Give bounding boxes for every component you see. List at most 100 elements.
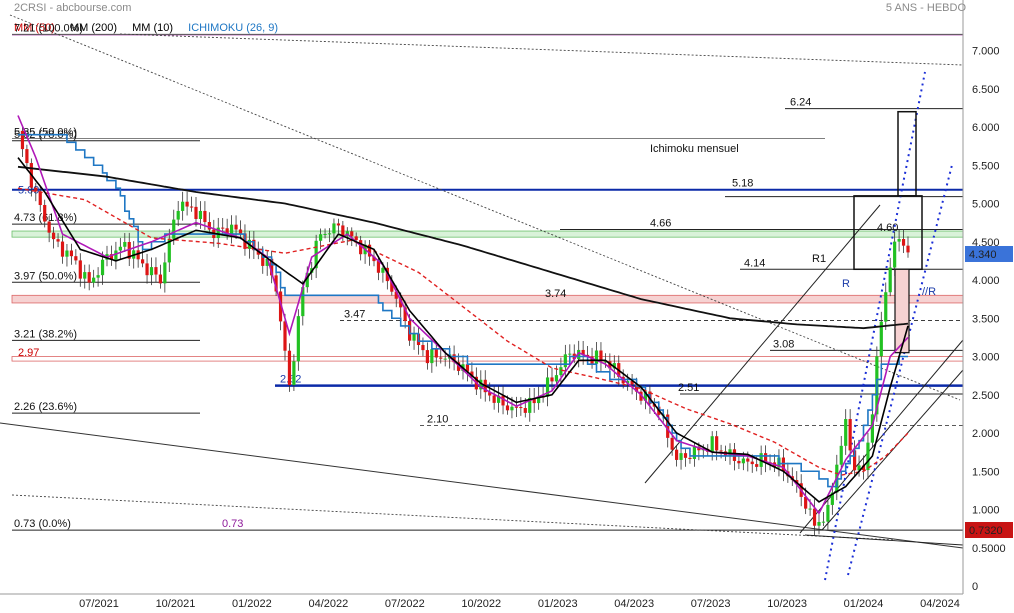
- level-label: 5.18: [732, 178, 753, 190]
- x-tick-label: 10/2023: [767, 598, 807, 610]
- candle: [523, 408, 527, 413]
- zone-red-thin: [11, 356, 964, 362]
- candle: [425, 350, 429, 364]
- candle: [683, 453, 688, 458]
- fib-label: 2.26 (23.6%): [14, 401, 77, 413]
- candle: [234, 224, 238, 230]
- y-tick-label: 0: [972, 581, 978, 593]
- trend-bottom: [804, 534, 964, 546]
- candle: [60, 241, 65, 257]
- candle: [283, 321, 287, 351]
- axes: 0 0.5000 1.000 1.500 2.000 2.500 3.000 3.500 4.0…: [0, 0, 1006, 610]
- candle: [158, 274, 162, 284]
- trend-lower-dotted: [11, 494, 896, 541]
- x-tick-label: 07/2021: [79, 598, 119, 610]
- blue-dotted-2: [847, 164, 953, 576]
- candle: [221, 227, 225, 229]
- candle: [812, 508, 817, 526]
- y-tick-label: 5.000: [972, 199, 1000, 211]
- candle: [737, 460, 741, 464]
- candle: [189, 206, 194, 208]
- candle: [145, 263, 149, 276]
- ichimoku-note: Ichimoku mensuel: [650, 143, 739, 155]
- x-tick-label: 07/2023: [691, 598, 731, 610]
- candle: [176, 210, 180, 220]
- candle: [69, 250, 73, 257]
- candle: [96, 275, 100, 278]
- candle: [92, 277, 96, 283]
- candle: [25, 149, 29, 164]
- candle: [185, 201, 189, 207]
- level-label: 4.14: [744, 257, 765, 269]
- candle: [323, 234, 327, 236]
- candle: [901, 238, 906, 246]
- candle: [808, 508, 812, 510]
- zone-red: [11, 294, 964, 304]
- candle: [194, 206, 198, 219]
- candle: [87, 272, 91, 283]
- candle: [817, 521, 821, 526]
- candle: [52, 232, 56, 240]
- trend-lower-solid: [0, 422, 964, 549]
- level-label: 3.47: [344, 309, 365, 321]
- candle: [238, 229, 243, 234]
- level-label: 4.60: [877, 222, 898, 234]
- level-label: 4.66: [650, 218, 671, 230]
- candle: [65, 250, 69, 257]
- candle: [332, 223, 336, 234]
- y-tick-label: 5.500: [972, 160, 1000, 172]
- candle: [123, 242, 127, 247]
- candle: [844, 419, 848, 446]
- x-tick-label: 01/2024: [844, 598, 884, 610]
- fib-label: 0.73 (0.0%): [14, 518, 71, 530]
- r1-box-top: [897, 110, 917, 197]
- candle: [230, 224, 234, 235]
- candle: [154, 267, 158, 275]
- candle: [888, 267, 892, 293]
- x-tick-label: 04/2022: [308, 598, 348, 610]
- y-tick-label: 3.000: [972, 352, 1000, 364]
- x-tick-label: 10/2022: [461, 598, 501, 610]
- x-tick-label: 01/2023: [538, 598, 578, 610]
- price-chart[interactable]: 7.21 (100.0%)5.85 (50.0%)5.82 (78.6%)4.7…: [0, 0, 1014, 613]
- candle: [203, 210, 207, 223]
- candle: [163, 262, 167, 284]
- candle: [83, 272, 87, 279]
- candle: [198, 210, 203, 219]
- low-price-tag: 0.7320: [969, 525, 1003, 537]
- candle: [296, 316, 300, 362]
- candle: [118, 246, 122, 251]
- level-label: 2.97: [18, 347, 39, 359]
- y-tick-label: 6.500: [972, 84, 1000, 96]
- candle: [563, 354, 567, 368]
- fib-label: 3.97 (50.0%): [14, 270, 77, 282]
- kijun-line: [18, 133, 908, 488]
- candle: [746, 458, 750, 462]
- candle: [719, 450, 723, 452]
- candle: [292, 361, 296, 386]
- candles: [20, 126, 910, 536]
- trend-dotted-top: [119, 33, 964, 66]
- level-label: 6.24: [790, 97, 811, 109]
- candle: [741, 458, 745, 464]
- candle: [893, 241, 897, 268]
- candle: [100, 259, 105, 276]
- candle: [43, 205, 47, 222]
- r1-label: R1: [812, 253, 826, 265]
- candle: [78, 260, 82, 279]
- y-tick-label: 6.000: [972, 122, 1000, 134]
- candle: [505, 405, 510, 411]
- candle: [594, 350, 599, 364]
- candle: [906, 245, 910, 253]
- candle: [501, 395, 505, 406]
- y-tick-label: 2.000: [972, 428, 1000, 440]
- candle: [692, 446, 696, 459]
- candle: [826, 504, 830, 522]
- y-tick-label: 1.000: [972, 505, 1000, 517]
- candle: [755, 464, 759, 467]
- level-label: 2.51: [678, 382, 699, 394]
- candle: [341, 225, 345, 237]
- level-label: 0.73: [222, 518, 243, 530]
- candle: [679, 453, 683, 460]
- candle: [149, 267, 154, 276]
